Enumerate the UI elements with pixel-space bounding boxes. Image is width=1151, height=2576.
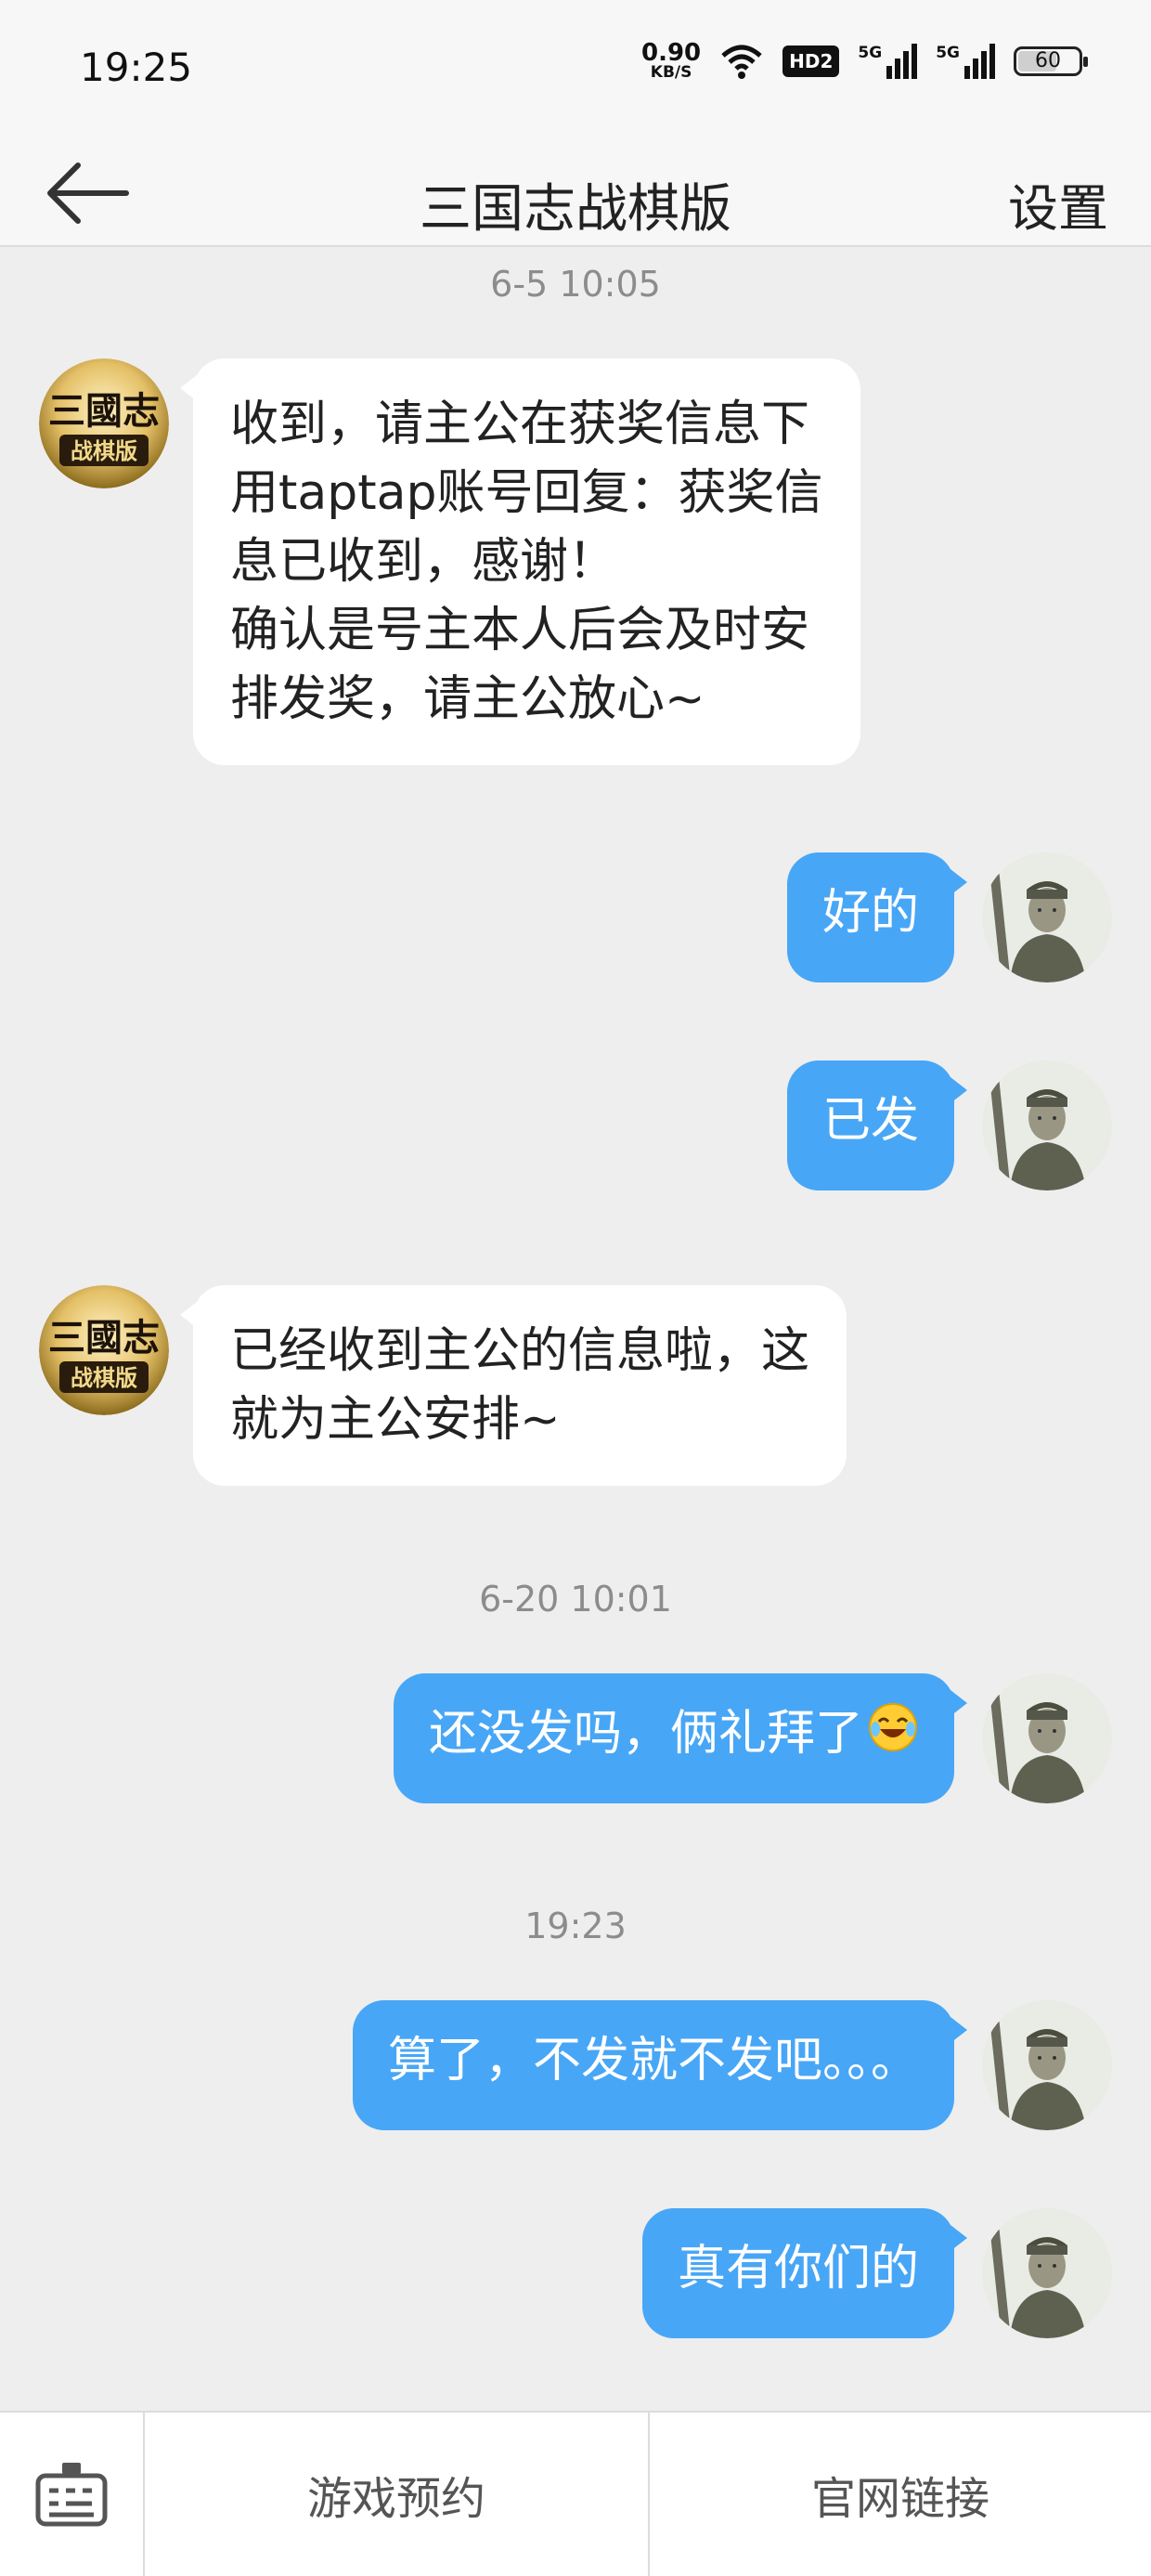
bot-avatar[interactable]: 三國志 战棋版	[39, 1285, 169, 1415]
message-line: 排发奖，请主公放心~	[230, 671, 705, 727]
message-line: 就为主公安排~	[230, 1392, 561, 1448]
timestamp: 6-20 10:01	[479, 1579, 672, 1620]
message-bubble-outgoing[interactable]: 算了，不发就不发吧。。。	[352, 2000, 968, 2130]
laughing-crying-emoji-icon	[867, 1701, 919, 1772]
signal-5g-icon: 5G	[858, 43, 918, 79]
timestamp: 19:23	[524, 1906, 627, 1946]
message-line: 息已收到，感谢！	[230, 534, 617, 590]
user-avatar[interactable]	[982, 1673, 1112, 1803]
user-avatar[interactable]	[982, 852, 1112, 982]
user-avatar[interactable]	[982, 2208, 1112, 2338]
keyboard-toggle-button[interactable]	[0, 2413, 145, 2576]
hd-voice-badge: HD2	[782, 45, 840, 77]
avatar-logo-text: 三國志	[48, 389, 160, 433]
signal-5g-icon-2: 5G	[936, 43, 995, 79]
wifi-icon	[721, 45, 762, 79]
net-speed-unit: KB/S	[650, 63, 692, 82]
message-bubble-incoming[interactable]: 收到，请主公在获奖信息下 用taptap账号回复：获奖信 息已收到，感谢！ 确认…	[180, 358, 860, 765]
net-speed: 0.90 KB/S	[641, 41, 701, 81]
message-bubble-outgoing[interactable]: 真有你们的	[641, 2208, 968, 2338]
menu-official-site-link[interactable]: 官网链接	[650, 2413, 1151, 2576]
timestamp: 6-5 10:05	[490, 264, 661, 305]
settings-button[interactable]: 设置	[1008, 167, 1108, 241]
net-speed-value: 0.90	[640, 39, 702, 67]
bot-avatar[interactable]: 三國志 战棋版	[39, 358, 169, 488]
message-bubble-outgoing[interactable]: 还没发吗，俩礼拜了	[393, 1673, 968, 1803]
battery-level: 60	[1035, 49, 1061, 72]
menu-game-reservation[interactable]: 游戏预约	[145, 2413, 650, 2576]
message-bubble-incoming[interactable]: 已经收到主公的信息啦，这 就为主公安排~	[179, 1285, 847, 1486]
page-title: 三国志战棋版	[420, 179, 731, 240]
nav-bar: 三国志战棋版 设置	[0, 137, 1151, 247]
keyboard-icon	[35, 2463, 108, 2527]
message-line: 确认是号主本人后会及时安	[230, 603, 810, 658]
signal-5g-label: 5G	[858, 43, 883, 62]
message-bubble-outgoing[interactable]: 已发	[786, 1060, 968, 1190]
message-line: 已经收到主公的信息啦，这	[230, 1323, 810, 1379]
message-bubble-outgoing[interactable]: 好的	[786, 852, 968, 982]
status-bar: 19:25 0.90 KB/S HD2 5G 5G 60	[0, 0, 1151, 137]
battery-icon: 60	[1014, 46, 1088, 76]
svg-text:战棋版: 战棋版	[71, 438, 137, 464]
status-icons: 0.90 KB/S HD2 5G 5G 60	[641, 41, 1088, 81]
user-avatar[interactable]	[982, 1060, 1112, 1190]
bottom-menu-bar: 游戏预约 官网链接	[0, 2411, 1151, 2576]
signal-5g-label-2: 5G	[936, 43, 960, 62]
message-text: 还没发吗，俩礼拜了	[428, 1706, 863, 1762]
message-line: 收到，请主公在获奖信息下	[230, 397, 810, 452]
status-time: 19:25	[80, 45, 193, 90]
avatar-logo-text: 三國志	[48, 1316, 160, 1360]
message-line: 用taptap账号回复：获奖信	[230, 465, 823, 521]
user-avatar[interactable]	[982, 2000, 1112, 2130]
svg-text:战棋版: 战棋版	[71, 1365, 137, 1391]
